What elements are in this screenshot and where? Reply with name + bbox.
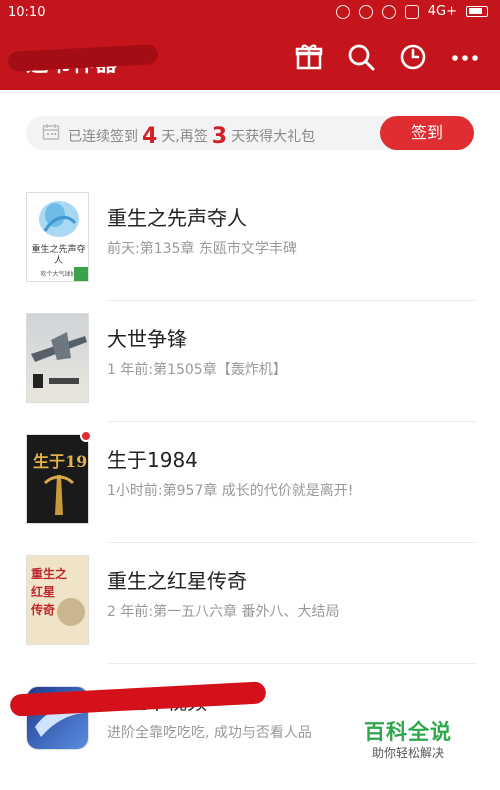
book-update: 2 年前:第一五八六章 番外八、大结局 bbox=[107, 604, 340, 620]
signin-button[interactable]: 签到 bbox=[380, 116, 474, 150]
clock-icon[interactable] bbox=[398, 42, 428, 72]
alarm-icon bbox=[381, 4, 396, 19]
unread-badge bbox=[80, 430, 92, 442]
cover-title: 重生之先声夺人 bbox=[31, 245, 86, 266]
gift-icon[interactable] bbox=[294, 42, 324, 72]
signin-days-left: 3 bbox=[211, 124, 228, 149]
watermark: 百科全说 助你轻松解决 bbox=[350, 712, 480, 764]
status-time: 10:10 bbox=[8, 5, 46, 20]
book-item[interactable]: 重生之 红星 传奇 重生之红星传奇 2 年前:第一五八六章 番外八、大结局 bbox=[0, 543, 500, 664]
mute-icon bbox=[358, 4, 373, 19]
svg-text:生于1984: 生于1984 bbox=[33, 452, 89, 471]
book-cover bbox=[26, 313, 89, 403]
signin-text-middle: 天,再签 bbox=[161, 129, 208, 145]
bluetooth-icon bbox=[335, 4, 350, 19]
book-cover: 重生之先声夺人 吹个大气球好 bbox=[26, 192, 89, 282]
book-title: 重生之红星传奇 bbox=[107, 569, 247, 593]
search-icon[interactable] bbox=[346, 42, 376, 72]
book-update: 前天:第135章 东瓯市文学丰碑 bbox=[107, 241, 297, 257]
battery-icon bbox=[466, 6, 488, 17]
book-item[interactable]: 大世争锋 1 年前:第1505章【轰炸机】 bbox=[0, 301, 500, 422]
book-update: 1小时前:第957章 成长的代价就是离开! bbox=[107, 483, 354, 499]
svg-text:重生之: 重生之 bbox=[31, 566, 67, 581]
book-title: 大世争锋 bbox=[107, 327, 187, 351]
book-update: 1 年前:第1505章【轰炸机】 bbox=[107, 362, 287, 378]
downloaded-icon bbox=[74, 267, 88, 281]
network-label: 4G+ bbox=[427, 4, 457, 19]
book-title: 生于1984 bbox=[107, 448, 198, 472]
app-bar-actions bbox=[294, 42, 480, 72]
book-cover: 生于1984 bbox=[26, 434, 89, 524]
watermark-title: 百科全说 bbox=[364, 720, 452, 744]
signin-text-before: 已连续签到 bbox=[68, 129, 138, 145]
calendar-icon bbox=[42, 124, 60, 140]
app-title-area: 追书神器 bbox=[7, 40, 159, 77]
svg-text:红星: 红星 bbox=[31, 584, 55, 599]
book-cover: 重生之 红星 传奇 bbox=[26, 555, 89, 645]
status-bar: 10:10 4G+ bbox=[0, 0, 500, 26]
book-update: 进阶全靠吃吃吃, 成功与否看人品 bbox=[107, 725, 312, 741]
signal-icon bbox=[404, 4, 419, 19]
signin-text-after: 天获得大礼包 bbox=[231, 129, 316, 145]
signin-days-signed: 4 bbox=[142, 124, 158, 149]
book-item[interactable]: 生于1984 生于1984 1小时前:第957章 成长的代价就是离开! bbox=[0, 422, 500, 543]
book-item[interactable]: 重生之先声夺人 吹个大气球好 重生之先声夺人 前天:第135章 东瓯市文学丰碑 bbox=[0, 180, 500, 301]
status-icons: 4G+ bbox=[335, 4, 488, 19]
svg-text:传奇: 传奇 bbox=[30, 602, 55, 617]
more-icon[interactable] bbox=[450, 42, 480, 72]
watermark-subtitle: 助你轻松解决 bbox=[372, 746, 445, 760]
signin-message: 已连续签到 4 天,再签 3 天获得大礼包 bbox=[68, 122, 316, 149]
app-bar: 追书神器 bbox=[0, 26, 500, 90]
book-title: 重生之先声夺人 bbox=[107, 206, 247, 230]
signin-banner: 已连续签到 4 天,再签 3 天获得大礼包 签到 bbox=[26, 116, 474, 150]
